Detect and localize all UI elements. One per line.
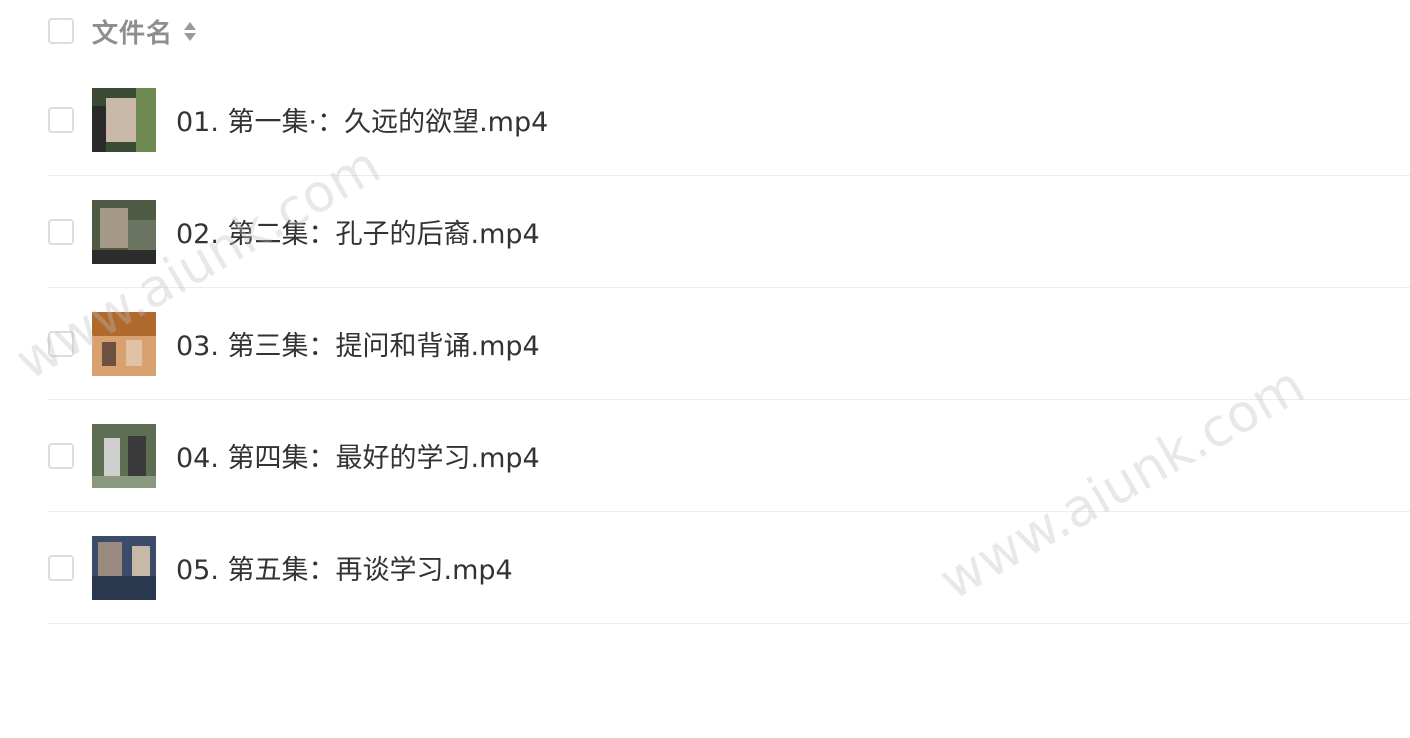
file-row[interactable]: 03. 第三集：提问和背诵.mp4	[48, 288, 1410, 400]
file-row-checkbox[interactable]	[48, 442, 74, 469]
file-name[interactable]: 01. 第一集·：久远的欲望.mp4	[176, 100, 548, 139]
sort-up-icon	[184, 21, 197, 30]
video-thumbnail-image	[92, 199, 156, 264]
file-row-checkbox[interactable]	[48, 106, 74, 133]
file-row[interactable]: 02. 第二集：孔子的后裔.mp4	[48, 176, 1410, 288]
video-thumbnail[interactable]	[92, 535, 156, 600]
video-thumbnail-image	[92, 311, 156, 376]
file-row-checkbox[interactable]	[48, 554, 74, 581]
file-row-checkbox[interactable]	[48, 330, 74, 357]
sort-icon[interactable]	[183, 18, 197, 44]
sort-down-icon	[184, 32, 197, 41]
select-all-checkbox[interactable]	[48, 18, 74, 44]
file-row[interactable]: 04. 第四集：最好的学习.mp4	[48, 400, 1410, 512]
video-thumbnail[interactable]	[92, 311, 156, 376]
file-list: 01. 第一集·：久远的欲望.mp4 02. 第二集：孔子的后裔.mp4 03.…	[48, 64, 1410, 624]
video-thumbnail[interactable]	[92, 423, 156, 488]
file-row-checkbox[interactable]	[48, 218, 74, 245]
video-thumbnail-image	[92, 535, 156, 600]
file-list-page: 文件名 01. 第一集·：久远的欲望.mp4 02. 第二集：孔子的后裔.mp4…	[0, 0, 1410, 738]
video-thumbnail-image	[92, 87, 156, 152]
video-thumbnail[interactable]	[92, 87, 156, 152]
video-thumbnail[interactable]	[92, 199, 156, 264]
file-row[interactable]: 05. 第五集：再谈学习.mp4	[48, 512, 1410, 624]
list-header: 文件名	[48, 0, 197, 62]
file-row[interactable]: 01. 第一集·：久远的欲望.mp4	[48, 64, 1410, 176]
video-thumbnail-image	[92, 423, 156, 488]
file-name[interactable]: 03. 第三集：提问和背诵.mp4	[176, 324, 540, 363]
file-name[interactable]: 04. 第四集：最好的学习.mp4	[176, 436, 540, 475]
column-header-filename[interactable]: 文件名	[92, 13, 173, 50]
file-name[interactable]: 02. 第二集：孔子的后裔.mp4	[176, 212, 540, 251]
file-name[interactable]: 05. 第五集：再谈学习.mp4	[176, 548, 513, 587]
